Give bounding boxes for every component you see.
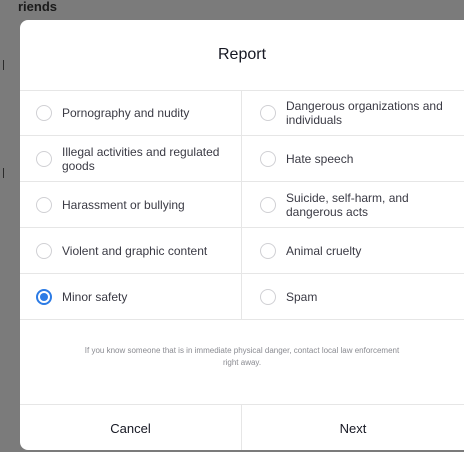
option-row: Harassment or bullying Suicide, self-har… <box>20 182 464 228</box>
dialog-header: Report <box>20 20 464 91</box>
option-label: Minor safety <box>62 289 128 304</box>
report-options: Pornography and nudity Dangerous organiz… <box>20 90 464 320</box>
option-label: Illegal activities and regulated goods <box>62 144 220 173</box>
option-row: Minor safety Spam <box>20 274 464 320</box>
safety-note: If you know someone that is in immediate… <box>84 346 400 367</box>
option-harassment-or-bullying[interactable]: Harassment or bullying <box>20 182 242 227</box>
option-row: Pornography and nudity Dangerous organiz… <box>20 90 464 136</box>
radio-icon[interactable] <box>36 104 52 121</box>
option-label: Hate speech <box>286 151 354 166</box>
option-label: Spam <box>286 289 318 304</box>
option-hate-speech[interactable]: Hate speech <box>242 136 464 181</box>
radio-checked-icon[interactable] <box>36 288 52 305</box>
option-illegal-activities[interactable]: Illegal activities and regulated goods <box>20 136 242 181</box>
dialog-footer: Cancel Next <box>20 404 464 450</box>
option-label: Dangerous organizations and individuals <box>286 98 443 127</box>
radio-icon[interactable] <box>36 150 52 167</box>
option-violent-and-graphic[interactable]: Violent and graphic content <box>20 228 242 273</box>
option-suicide-self-harm[interactable]: Suicide, self-harm, and dangerous acts <box>242 182 464 227</box>
option-row: Illegal activities and regulated goods H… <box>20 136 464 182</box>
option-label: Violent and graphic content <box>62 243 208 258</box>
radio-icon[interactable] <box>260 242 276 259</box>
radio-icon[interactable] <box>260 104 276 121</box>
radio-icon[interactable] <box>36 196 52 213</box>
radio-icon[interactable] <box>260 288 276 305</box>
option-label: Pornography and nudity <box>62 105 190 120</box>
dialog-title: Report <box>217 46 267 63</box>
option-minor-safety[interactable]: Minor safety <box>20 274 242 319</box>
option-animal-cruelty[interactable]: Animal cruelty <box>242 228 464 273</box>
option-label: Suicide, self-harm, and dangerous acts <box>286 190 409 219</box>
cancel-button[interactable]: Cancel <box>20 405 242 450</box>
option-label: Animal cruelty <box>286 243 362 258</box>
option-pornography-and-nudity[interactable]: Pornography and nudity <box>20 90 242 135</box>
option-dangerous-organizations[interactable]: Dangerous organizations and individuals <box>242 90 464 135</box>
radio-icon[interactable] <box>260 150 276 167</box>
report-dialog: Report Pornography and nudity Dangerous … <box>20 20 464 450</box>
radio-icon[interactable] <box>260 196 276 213</box>
option-spam[interactable]: Spam <box>242 274 464 319</box>
option-label: Harassment or bullying <box>62 197 185 212</box>
radio-icon[interactable] <box>36 242 52 259</box>
background-heading-fragment: riends <box>18 0 58 14</box>
next-button[interactable]: Next <box>242 405 464 450</box>
background-edge-mark <box>3 60 8 70</box>
option-row: Violent and graphic content Animal cruel… <box>20 228 464 274</box>
background-edge-mark <box>3 168 8 178</box>
